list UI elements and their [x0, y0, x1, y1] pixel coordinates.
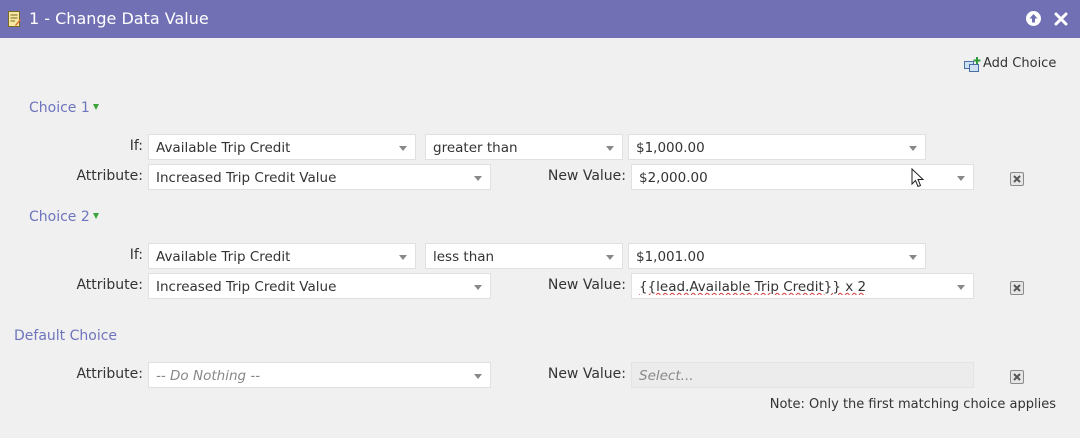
- dialog-title: 1 - Change Data Value: [29, 9, 209, 28]
- default-choice-header: Default Choice: [14, 328, 118, 344]
- select-value: $2,000.00: [639, 170, 708, 186]
- chevron-down-icon: [957, 285, 965, 290]
- first-match-note: Note: Only the first matching choice app…: [769, 397, 1056, 412]
- close-icon: [1054, 12, 1067, 25]
- chevron-down-icon: [606, 146, 614, 151]
- choice-1-operator-select[interactable]: greater than: [425, 134, 623, 160]
- chevron-down-icon: [399, 255, 407, 260]
- choice-1-if-field-select[interactable]: Available Trip Credit: [148, 134, 416, 160]
- choice-2-title: Choice 2: [29, 209, 90, 225]
- choice-2-if-field-select[interactable]: Available Trip Credit: [148, 243, 416, 269]
- if-label: If:: [129, 138, 143, 154]
- chevron-down-icon: [474, 285, 482, 290]
- new-value-label: New Value:: [547, 366, 626, 382]
- mouse-cursor-icon: [911, 168, 925, 188]
- attribute-label: Attribute:: [76, 168, 143, 184]
- select-value: less than: [433, 249, 495, 265]
- default-new-value-input[interactable]: Select...: [631, 362, 974, 388]
- select-value: -- Do Nothing --: [156, 368, 261, 384]
- chevron-down-icon: [606, 255, 614, 260]
- chevron-down-icon: [909, 255, 917, 260]
- select-value: Increased Trip Credit Value: [156, 279, 337, 295]
- chevron-down-icon: [957, 176, 965, 181]
- new-value-label: New Value:: [547, 277, 626, 293]
- edit-document-icon: [8, 11, 21, 27]
- collapse-up-button[interactable]: [1025, 10, 1042, 27]
- attribute-label: Attribute:: [76, 277, 143, 293]
- choice-2-operator-select[interactable]: less than: [425, 243, 623, 269]
- expand-triangle-icon: [92, 104, 99, 110]
- add-choice-icon: [964, 57, 981, 72]
- chevron-down-icon: [909, 146, 917, 151]
- expand-triangle-icon: [92, 213, 99, 219]
- choice-2-compare-value-select[interactable]: $1,001.00: [628, 243, 926, 269]
- select-value: Available Trip Credit: [156, 140, 291, 156]
- chevron-down-icon: [474, 374, 482, 379]
- collapse-up-icon: [1026, 11, 1041, 26]
- choice-2-attribute-select[interactable]: Increased Trip Credit Value: [148, 273, 491, 299]
- select-value: $1,000.00: [636, 140, 705, 156]
- choice-1-compare-value-select[interactable]: $1,000.00: [628, 134, 926, 160]
- if-label: If:: [129, 247, 143, 263]
- delete-default-choice-icon[interactable]: [1010, 370, 1024, 384]
- choice-1-title: Choice 1: [29, 100, 90, 116]
- select-value: Available Trip Credit: [156, 249, 291, 265]
- new-value-label: New Value:: [547, 168, 626, 184]
- select-value: greater than: [433, 140, 518, 156]
- choice-1-header[interactable]: Choice 1: [29, 100, 99, 116]
- add-choice-label: Add Choice: [983, 56, 1057, 71]
- close-button[interactable]: [1052, 10, 1069, 27]
- delete-choice-1-icon[interactable]: [1010, 172, 1024, 186]
- chevron-down-icon: [399, 146, 407, 151]
- choice-1-attribute-select[interactable]: Increased Trip Credit Value: [148, 164, 491, 190]
- select-placeholder: Select...: [639, 368, 694, 384]
- attribute-label: Attribute:: [76, 366, 143, 382]
- choice-2-header[interactable]: Choice 2: [29, 209, 99, 225]
- choice-2-new-value-input[interactable]: {{lead.Available Trip Credit}} x 2: [631, 273, 974, 299]
- select-value: $1,001.00: [636, 249, 705, 265]
- dialog-titlebar: 1 - Change Data Value: [0, 0, 1080, 38]
- default-attribute-select[interactable]: -- Do Nothing --: [148, 362, 491, 388]
- delete-choice-2-icon[interactable]: [1010, 281, 1024, 295]
- select-value: {{lead.Available Trip Credit}} x 2: [639, 279, 867, 295]
- select-value: Increased Trip Credit Value: [156, 170, 337, 186]
- chevron-down-icon: [474, 176, 482, 181]
